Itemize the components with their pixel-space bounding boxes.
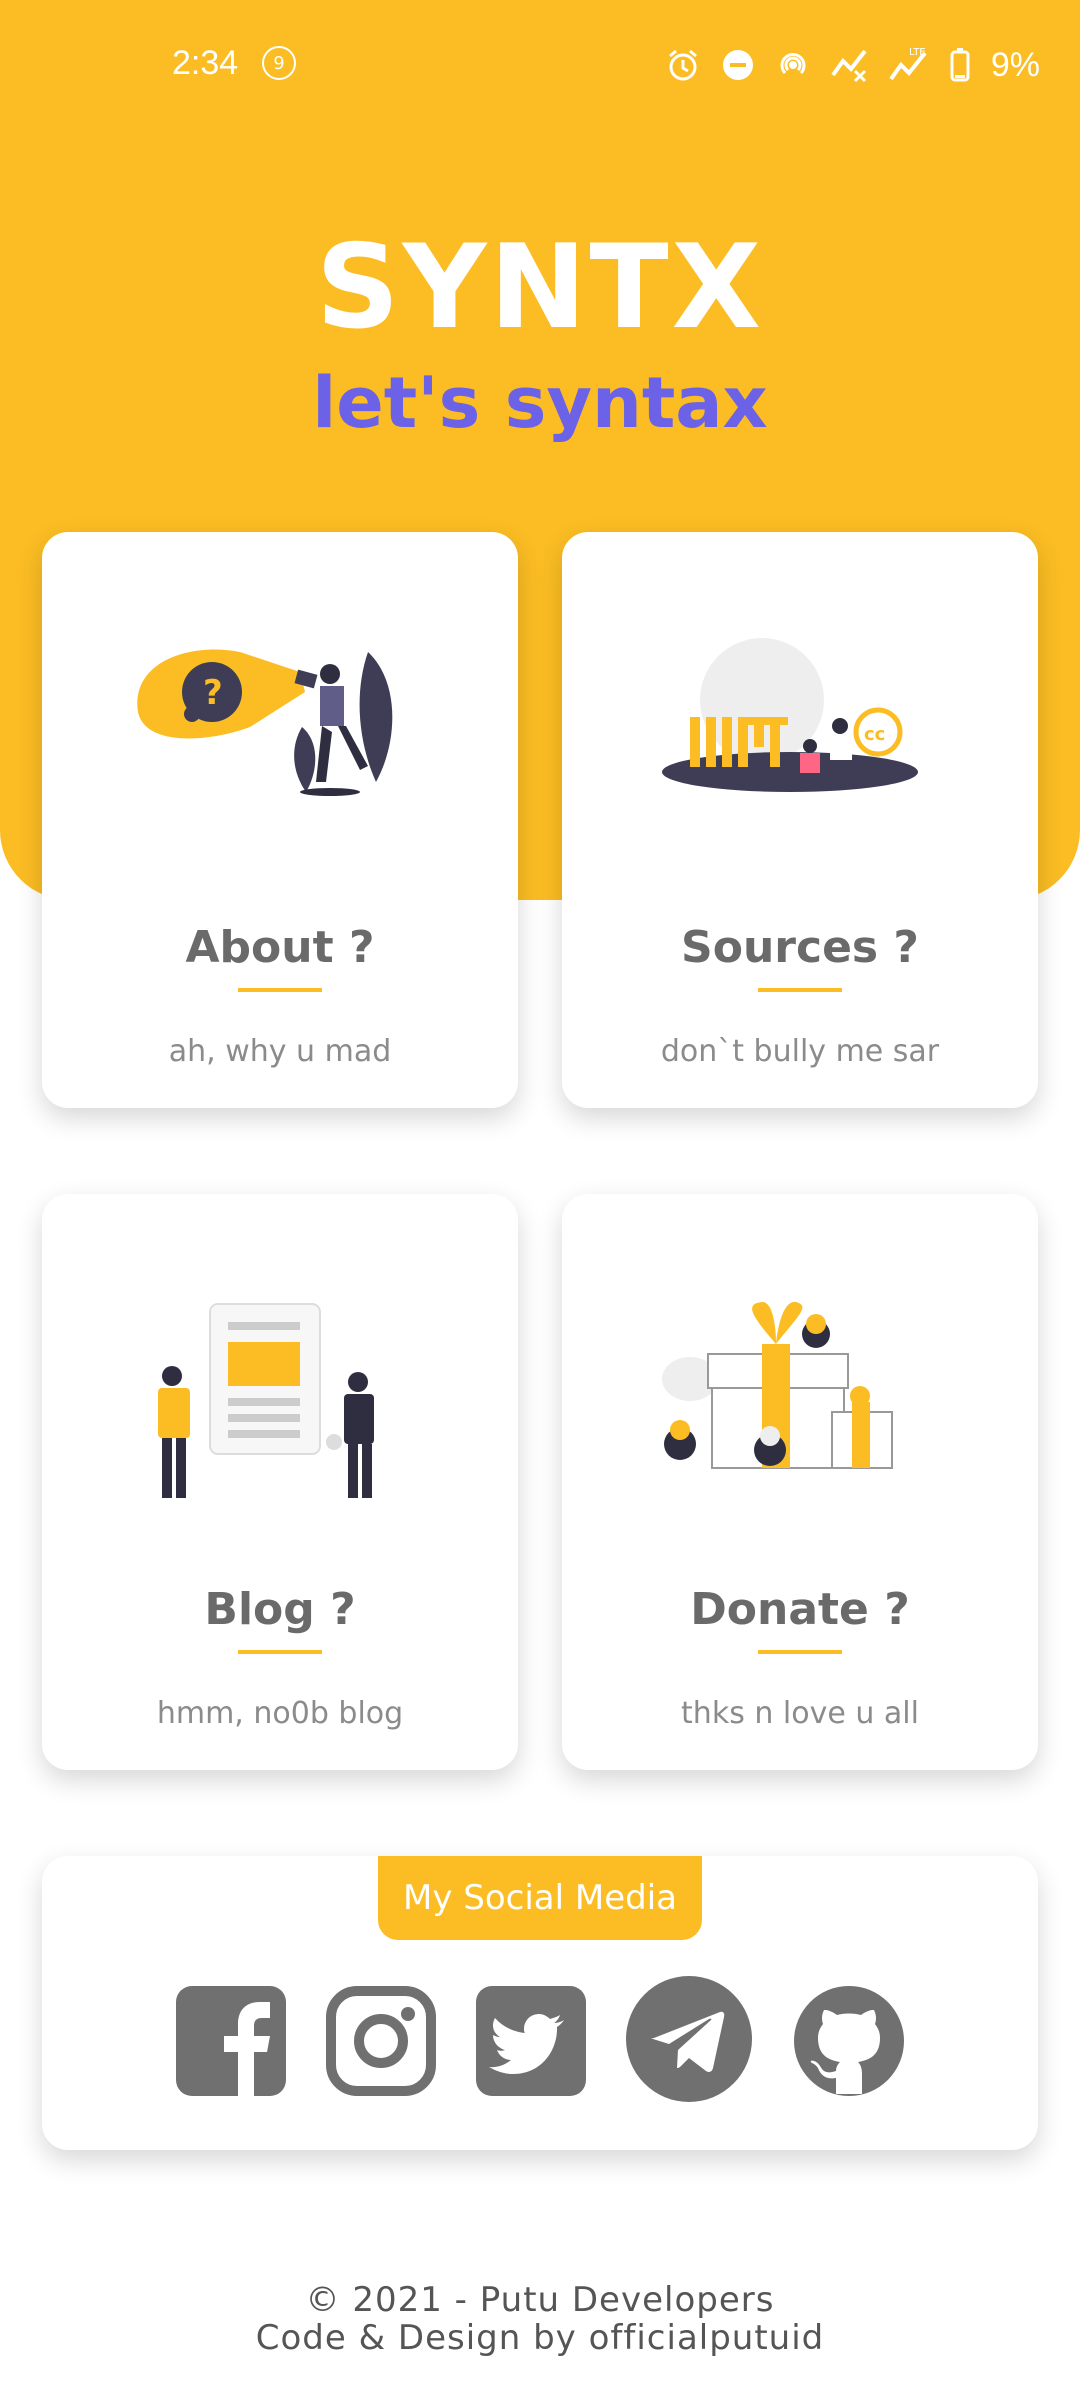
blog-title: Blog ? bbox=[204, 1584, 356, 1635]
lte-signal-icon: LTE bbox=[889, 45, 929, 85]
app-title: SYNTX bbox=[315, 220, 765, 355]
svg-text:cc: cc bbox=[864, 724, 885, 745]
notification-count-badge: 9 bbox=[262, 46, 296, 80]
title-underline bbox=[758, 1650, 842, 1654]
signal-icon bbox=[831, 47, 869, 83]
telegram-icon[interactable] bbox=[626, 1976, 752, 2102]
donate-title: Donate ? bbox=[690, 1584, 910, 1635]
gifts-illustration bbox=[562, 1284, 1038, 1514]
footer-credit: Code & Design by officialputuid bbox=[255, 2318, 825, 2358]
battery-level: 9% bbox=[990, 45, 1040, 84]
social-media-label: My Social Media bbox=[378, 1856, 702, 1940]
facebook-icon[interactable] bbox=[176, 1986, 286, 2096]
question-illustration: ? bbox=[42, 622, 518, 852]
instagram-icon[interactable] bbox=[326, 1986, 436, 2096]
title-underline bbox=[758, 988, 842, 992]
title-underline bbox=[238, 1650, 322, 1654]
svg-text:?: ? bbox=[203, 673, 223, 713]
about-card[interactable]: ? About ? ah, why u mad bbox=[42, 532, 518, 1108]
sources-title: Sources ? bbox=[681, 922, 919, 973]
blog-subtitle: hmm, no0b blog bbox=[156, 1696, 404, 1731]
status-icons: LTE 9% bbox=[665, 40, 1040, 90]
github-icon[interactable] bbox=[794, 1986, 904, 2096]
blog-card[interactable]: Blog ? hmm, no0b blog bbox=[42, 1194, 518, 1770]
battery-icon bbox=[949, 47, 971, 83]
app-tagline: let's syntax bbox=[312, 362, 768, 444]
mit-license-illustration: cc bbox=[562, 622, 1038, 852]
donate-card[interactable]: Donate ? thks n love u all bbox=[562, 1194, 1038, 1770]
sources-card[interactable]: cc Sources ? don`t bully me sar bbox=[562, 532, 1038, 1108]
title-underline bbox=[238, 988, 322, 992]
blog-illustration bbox=[42, 1284, 518, 1514]
sources-subtitle: don`t bully me sar bbox=[660, 1034, 940, 1069]
about-title: About ? bbox=[185, 922, 375, 973]
about-subtitle: ah, why u mad bbox=[168, 1034, 392, 1069]
do-not-disturb-icon bbox=[721, 48, 755, 82]
alarm-icon bbox=[665, 47, 701, 83]
social-media-card: My Social Media bbox=[42, 1856, 1038, 2150]
status-time: 2:34 bbox=[172, 44, 239, 82]
twitter-icon[interactable] bbox=[476, 1986, 586, 2096]
donate-subtitle: thks n love u all bbox=[681, 1696, 919, 1731]
footer-copyright: © 2021 - Putu Developers bbox=[305, 2280, 775, 2320]
hotspot-icon bbox=[775, 47, 811, 83]
